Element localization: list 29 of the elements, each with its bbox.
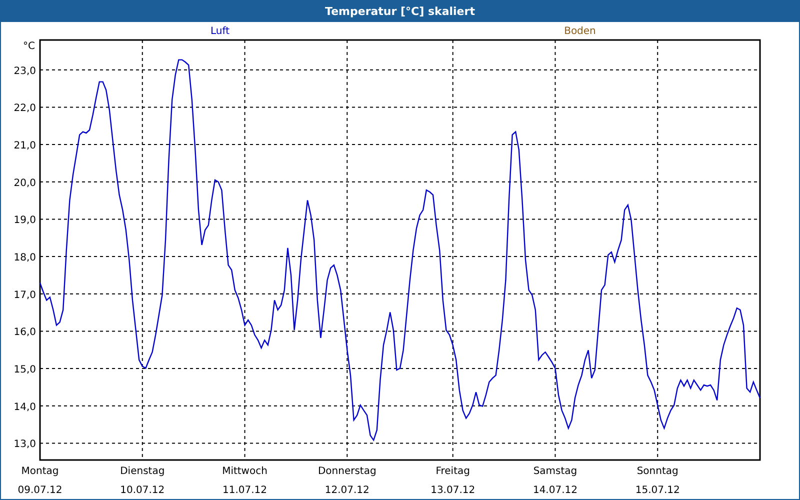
axis-tick-label: Mittwoch xyxy=(222,466,268,477)
date-label: 10.07.12 xyxy=(120,485,165,496)
axis-tick-label: 22,0 xyxy=(14,103,36,114)
axis-tick-label: Freitag xyxy=(436,466,470,477)
date-label: 14.07.12 xyxy=(532,485,578,496)
window-title: Temperatur [°C] skaliert xyxy=(325,4,475,18)
axis-tick-label: Montag xyxy=(21,466,59,477)
axis-tick-label: 14,0 xyxy=(14,402,36,413)
axis-tick-label: 17,0 xyxy=(14,290,36,301)
axis-tick-label: 20,0 xyxy=(14,178,36,189)
date-label: 11.07.12 xyxy=(222,485,268,496)
date-label: 15.07.12 xyxy=(635,485,680,496)
date-label: 12.07.12 xyxy=(324,485,370,496)
axis-tick-label: 19,0 xyxy=(14,215,36,226)
date-label: 13.07.12 xyxy=(430,485,476,496)
axis-tick-label: Sonntag xyxy=(636,466,678,477)
axis-tick-label: Donnerstag xyxy=(318,466,376,477)
date-label: 09.07.12 xyxy=(18,485,62,496)
legend-label: Luft xyxy=(210,26,230,37)
axis-tick-label: 13,0 xyxy=(14,439,36,450)
axis-tick-label: 23,0 xyxy=(14,66,36,77)
axis-tick-label: 15,0 xyxy=(14,364,36,376)
axis-tick-label: 18,0 xyxy=(14,252,36,264)
axis-tick-label: 16,0 xyxy=(14,327,36,338)
axis-tick-label: 21,0 xyxy=(14,140,36,152)
axis-unit-label: °C xyxy=(23,41,35,52)
axis-tick-label: Dienstag xyxy=(120,466,165,477)
axis-tick-label: Samstag xyxy=(533,466,578,477)
legend-label: Boden xyxy=(564,26,596,37)
